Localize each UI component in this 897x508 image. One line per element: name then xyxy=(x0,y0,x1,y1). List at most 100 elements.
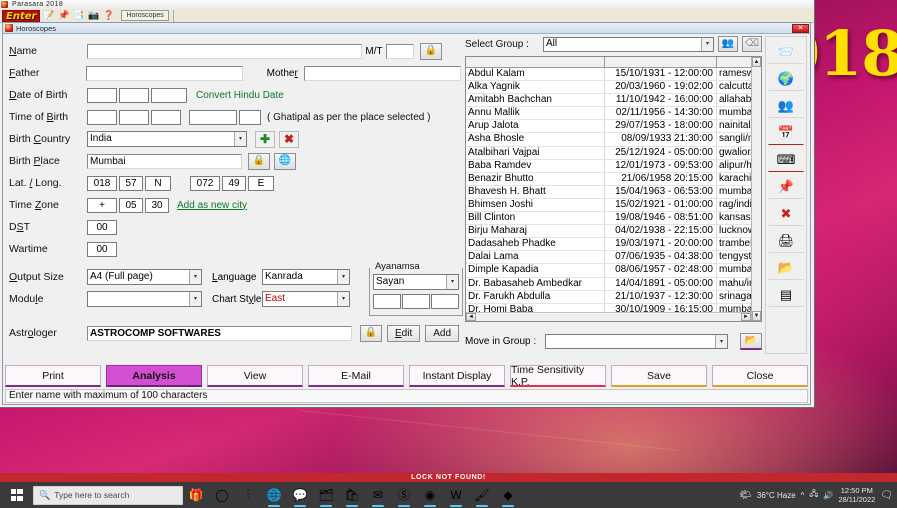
close-icon[interactable]: ✕ xyxy=(792,24,809,33)
globe-icon[interactable]: 🌍 xyxy=(768,65,804,91)
lon-dir-input[interactable]: E xyxy=(248,175,274,191)
button-analysis[interactable]: Analysis xyxy=(106,365,202,387)
mail-icon[interactable]: ✉ xyxy=(365,482,391,508)
timezone-hour-input[interactable]: 05 xyxy=(119,197,143,213)
name-input[interactable] xyxy=(87,43,362,59)
table-row[interactable]: Dimple Kapadia 08/06/1957 - 02:48:00 mumba… xyxy=(466,264,761,278)
table-row[interactable]: Abdul Kalam15/10/1931 - 12:00:00rameswar… xyxy=(466,68,761,82)
weather-text[interactable]: 36°C Haze xyxy=(757,491,796,500)
scroll-up-icon[interactable]: ▲ xyxy=(752,57,761,67)
search-input[interactable]: 🔍 Type here to search xyxy=(33,485,183,505)
lock-icon[interactable]: 🔒 xyxy=(248,152,270,170)
button-close[interactable]: Close xyxy=(712,365,808,387)
word-icon[interactable]: W xyxy=(443,482,469,508)
table-row[interactable]: Dr. Farukh Abdulla 21/10/1937 - 12:30:00 s… xyxy=(466,290,761,304)
ayanamsa-field-1[interactable] xyxy=(373,294,401,309)
chevron-down-icon[interactable]: ▾ xyxy=(189,270,201,284)
dob-year-input[interactable] xyxy=(151,87,187,103)
horoscope-grid[interactable]: Abdul Kalam15/10/1931 - 12:00:00rameswar… xyxy=(465,56,762,322)
chevron-up-icon[interactable]: ^ xyxy=(801,491,805,500)
open-folder-icon[interactable]: 📂 xyxy=(740,333,762,350)
module-select[interactable]: ▾ xyxy=(87,291,202,307)
paint-icon[interactable]: 🖌 xyxy=(469,482,495,508)
scroll-right-icon[interactable]: ► xyxy=(741,313,751,321)
mother-input[interactable] xyxy=(303,65,462,81)
column-header-dob[interactable] xyxy=(605,57,717,67)
table-row[interactable]: Alka Yagnik 20/03/1960 - 19:02:00 calcutta… xyxy=(466,81,761,95)
lat-min-input[interactable]: 57 xyxy=(119,175,143,191)
table-row[interactable]: Arup Jalota 29/07/1953 - 18:00:00 nainital… xyxy=(466,120,761,134)
table-row[interactable]: Bhimsen Joshi 15/02/1921 - 01:00:00 rag/in… xyxy=(466,198,761,213)
toolbar-tab-horoscopes[interactable]: Horoscopes xyxy=(121,10,169,21)
pin-icon[interactable]: 📌 xyxy=(57,9,70,22)
lock-icon[interactable]: 🔒 xyxy=(420,42,442,60)
chevron-down-icon[interactable]: ▾ xyxy=(189,292,201,306)
button-time-sensitivity-k-p[interactable]: Time Sensitivity K.P. xyxy=(510,364,606,388)
remove-country-button[interactable]: ✖ xyxy=(279,130,299,148)
wartime-input[interactable]: 00 xyxy=(87,241,117,257)
chart-style-select[interactable]: East ▾ xyxy=(262,291,350,307)
cortana-icon[interactable]: ⫶ xyxy=(235,482,261,508)
weather-icon[interactable]: 🌤 xyxy=(739,490,752,501)
select-group-dropdown[interactable]: All ▾ xyxy=(543,36,714,52)
table-row[interactable]: Asha Bhosle08/09/1933 21:30:00sangli/mah xyxy=(466,133,761,147)
lock-icon[interactable]: 🔒 xyxy=(360,324,382,342)
taskview-icon[interactable]: ◯ xyxy=(209,482,235,508)
vertical-scrollbar[interactable]: ▲ ▼ xyxy=(751,57,761,321)
volume-icon[interactable]: 🔊 xyxy=(823,491,833,500)
network-icon[interactable]: 🖧 xyxy=(809,488,818,502)
chevron-down-icon[interactable]: ▾ xyxy=(446,275,458,289)
pal-input[interactable] xyxy=(239,109,261,125)
table-row[interactable]: Baba Ramdev 12/01/1973 - 09:53:00 alipur/h… xyxy=(466,159,761,173)
edit-chart-icon[interactable]: 📑 xyxy=(72,9,85,22)
app-icon[interactable]: ◆ xyxy=(495,482,521,508)
delete-icon[interactable]: ✖ xyxy=(768,200,804,226)
birth-country-select[interactable]: India ▾ xyxy=(87,131,247,147)
button-e-mail[interactable]: E-Mail xyxy=(308,365,404,387)
clock[interactable]: 12:50 PM 28/11/2022 xyxy=(838,486,875,504)
scroll-left-icon[interactable]: ◄ xyxy=(466,313,476,321)
help-icon[interactable]: ❓ xyxy=(102,9,115,22)
store-icon[interactable]: 🛍 xyxy=(339,482,365,508)
button-instant-display[interactable]: Instant Display xyxy=(409,365,505,387)
button-print[interactable]: Print xyxy=(5,365,101,387)
table-row[interactable]: Dalai Lama07/06/1935 - 04:38:00tengyster… xyxy=(466,251,761,265)
edit-astrologer-button[interactable]: Edit xyxy=(387,324,421,342)
child-title-bar[interactable]: Horoscopes ✕ xyxy=(3,23,810,34)
tob-minute-input[interactable] xyxy=(119,109,149,125)
table-row[interactable]: Dr. Babasaheb Ambedkar 14/04/1891 - 05:00… xyxy=(466,277,761,291)
print-icon[interactable]: 🖨 xyxy=(768,227,804,253)
edge-icon[interactable]: 🌐 xyxy=(261,482,287,508)
table-row[interactable]: Annu Mallik 02/11/1956 - 14:30:00 mumbai/k… xyxy=(466,107,761,121)
table-row[interactable]: Benazir Bhutto 21/06/1958 20:15:00 karachi… xyxy=(466,172,761,186)
dst-input[interactable]: 00 xyxy=(87,219,117,235)
chevron-down-icon[interactable]: ▾ xyxy=(337,292,349,306)
remove-group-icon[interactable]: ⌫ xyxy=(742,36,762,52)
tob-hour-input[interactable] xyxy=(87,109,117,125)
convert-hindu-date-link[interactable]: Convert Hindu Date xyxy=(196,90,284,101)
father-input[interactable] xyxy=(85,65,243,81)
table-row[interactable]: Dadasaheb Phadke 19/03/1971 - 20:00:00 tra… xyxy=(466,238,761,252)
language-select[interactable]: Kanrada ▾ xyxy=(262,269,350,285)
contacts-icon[interactable]: 👥 xyxy=(768,92,804,118)
add-group-icon[interactable]: 👥 xyxy=(718,36,738,52)
move-in-group-select[interactable]: ▾ xyxy=(545,334,728,349)
add-country-button[interactable]: ✚ xyxy=(255,130,275,148)
lat-deg-input[interactable]: 018 xyxy=(87,175,117,191)
messenger-icon[interactable]: 💬 xyxy=(287,482,313,508)
table-row[interactable]: Bhavesh H. Bhatt 15/04/1963 - 06:53:00 mum… xyxy=(466,185,761,199)
chevron-down-icon[interactable]: ▾ xyxy=(234,132,246,146)
lon-deg-input[interactable]: 072 xyxy=(190,175,220,191)
keyboard-icon[interactable]: ⌨ xyxy=(768,146,804,172)
chevron-down-icon[interactable]: ▾ xyxy=(337,270,349,284)
lon-min-input[interactable]: 49 xyxy=(222,175,246,191)
new-horoscope-icon[interactable]: 📝 xyxy=(42,9,55,22)
scroll-down-icon[interactable]: ▼ xyxy=(752,311,761,321)
table-row[interactable]: Amitabh Bachchan 11/10/1942 - 16:00:00 all… xyxy=(466,94,761,108)
ayanamsa-select[interactable]: Sayan ▾ xyxy=(373,274,459,290)
add-astrologer-button[interactable]: Add xyxy=(425,324,460,342)
button-view[interactable]: View xyxy=(207,365,303,387)
chevron-down-icon[interactable]: ▾ xyxy=(715,335,727,348)
pin-icon[interactable]: 📌 xyxy=(768,173,804,199)
skype-icon[interactable]: Ⓢ xyxy=(391,482,417,508)
